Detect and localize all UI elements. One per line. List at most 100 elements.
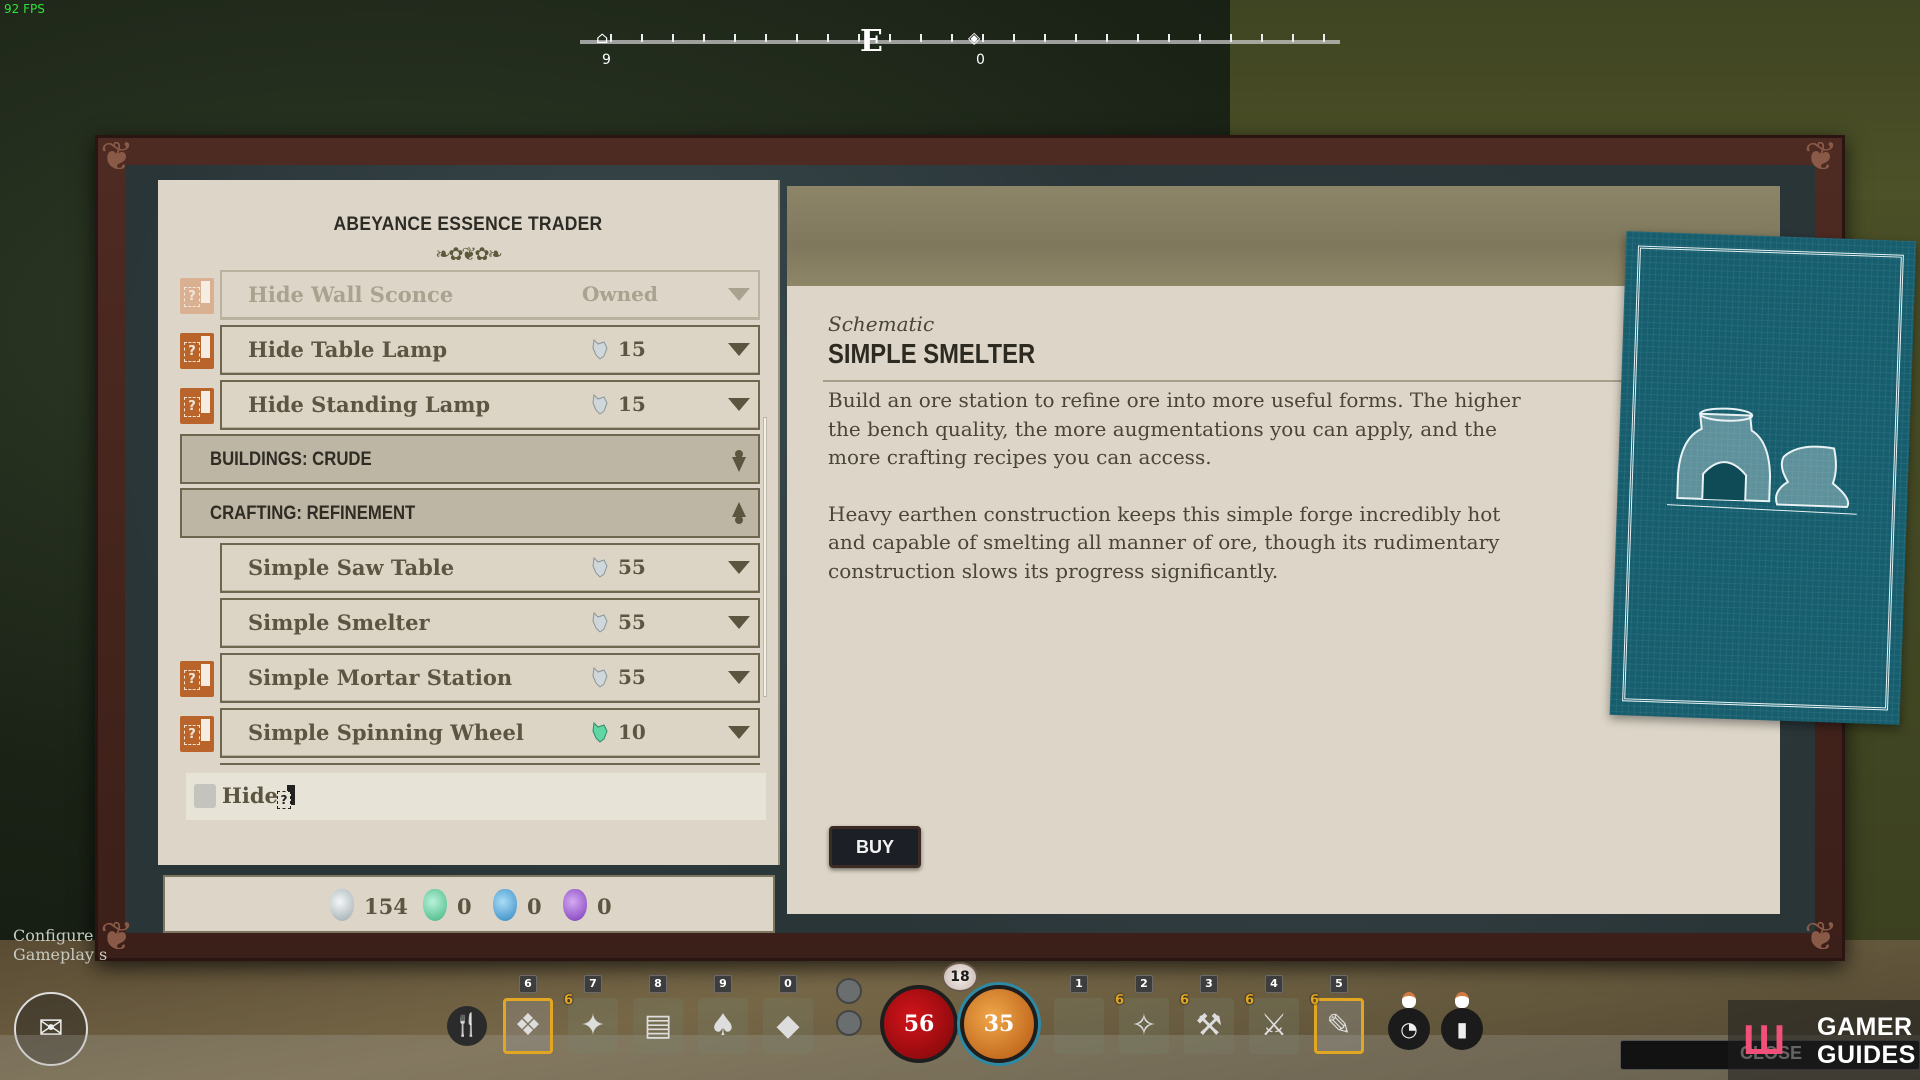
currency-bar: 154 0 0 0 bbox=[163, 875, 775, 933]
green-essence-icon bbox=[423, 889, 447, 921]
currency-value: 0 bbox=[527, 894, 542, 919]
purple-essence-icon bbox=[563, 889, 587, 921]
fps-counter: 92 FPS bbox=[4, 2, 45, 16]
chevron-down-icon[interactable] bbox=[728, 616, 750, 629]
compass-tick bbox=[1013, 34, 1015, 42]
list-item-selected[interactable]: Simple Smelter 55 bbox=[180, 598, 760, 648]
mushroom-icon: ♠ bbox=[709, 1008, 737, 1043]
list-item[interactable]: Simple Saw Table 55 bbox=[180, 543, 760, 593]
health-orb: 56 bbox=[880, 985, 958, 1063]
companion-head-icon bbox=[1455, 992, 1469, 1008]
list-item[interactable]: ? Hide Wall Sconce Owned bbox=[180, 270, 760, 320]
compass-tick bbox=[920, 34, 922, 42]
item-name: Hide Table Lamp bbox=[248, 337, 448, 362]
compass-tick bbox=[827, 34, 829, 42]
hotbar-key-label: 2 bbox=[1135, 975, 1153, 993]
hotbar-key-label: 8 bbox=[649, 975, 667, 993]
item-type: Schematic bbox=[828, 312, 935, 336]
corner-ornament-icon: ❦ bbox=[1804, 134, 1838, 180]
companion-shield-icon[interactable]: ▮ bbox=[1441, 1008, 1483, 1050]
compass-tick bbox=[1199, 34, 1201, 42]
schematic-icon: ? bbox=[180, 661, 214, 697]
item-price: 15 bbox=[618, 337, 646, 361]
knife-icon: ✎ bbox=[1326, 1008, 1352, 1043]
compass-bar bbox=[580, 40, 1340, 44]
hide-item-icon: ❖ bbox=[514, 1008, 542, 1043]
item-price: 10 bbox=[618, 720, 646, 744]
schematic-icon: ? bbox=[180, 716, 214, 752]
item-price: 55 bbox=[618, 555, 646, 579]
schematic-icon: ? bbox=[180, 278, 214, 314]
flourish-ornament-icon: ❧✿❦✿❧ bbox=[435, 244, 502, 265]
food-icon[interactable]: 🍴 bbox=[447, 1006, 487, 1046]
durability-badge: 6 bbox=[1115, 993, 1125, 1008]
companion-ability-icon[interactable]: ◔ bbox=[1388, 1008, 1430, 1050]
compass-tick bbox=[1106, 34, 1108, 42]
item-name: Simple Mortar Station bbox=[248, 665, 513, 690]
chevron-down-icon[interactable] bbox=[728, 398, 750, 411]
item-description: Build an ore station to refine ore into … bbox=[828, 386, 1528, 613]
list-item[interactable]: ? Simple Mortar Station 55 bbox=[180, 653, 760, 703]
compass-tick bbox=[1261, 34, 1263, 42]
hide-label: Hide bbox=[222, 783, 278, 808]
quick-slot-dot[interactable] bbox=[836, 1010, 862, 1036]
compass-tick bbox=[1168, 34, 1170, 42]
chevron-down-icon[interactable] bbox=[728, 561, 750, 574]
hotbar-key-label: 1 bbox=[1070, 975, 1088, 993]
expand-icon bbox=[732, 450, 746, 472]
chevron-down-icon[interactable] bbox=[728, 726, 750, 739]
buy-button[interactable]: BUY bbox=[829, 826, 921, 868]
white-essence-icon bbox=[592, 666, 608, 688]
list-item[interactable]: ? Hide Standing Lamp 15 bbox=[180, 380, 760, 430]
configure-hint: Configure Gameplay s bbox=[13, 926, 108, 964]
white-essence-icon bbox=[592, 338, 608, 360]
chevron-down-icon[interactable] bbox=[728, 671, 750, 684]
map-icon: ▤ bbox=[643, 1008, 673, 1043]
chevron-down-icon[interactable] bbox=[728, 288, 750, 301]
schematic-icon: ? bbox=[277, 785, 299, 809]
chevron-down-icon[interactable] bbox=[728, 343, 750, 356]
hotbar-key-label: 9 bbox=[714, 975, 732, 993]
companion-head-icon bbox=[1402, 992, 1416, 1008]
compass-tick bbox=[1044, 34, 1046, 42]
empty-slot bbox=[1059, 1006, 1099, 1046]
compass-tick bbox=[1292, 34, 1294, 42]
category-crafting-refinement[interactable]: CRAFTING: REFINEMENT bbox=[180, 488, 760, 538]
item-name: Simple Saw Table bbox=[248, 555, 455, 580]
compass-heading: E bbox=[860, 24, 883, 59]
corner-ornament-icon: ❦ bbox=[100, 134, 134, 180]
hide-tool-icon: ✧ bbox=[1131, 1008, 1157, 1043]
compass-tick bbox=[734, 34, 736, 42]
home-icon: ⌂ bbox=[596, 28, 609, 47]
compass-tick bbox=[672, 34, 674, 42]
durability-badge: 6 bbox=[1310, 993, 1320, 1008]
hide-owned-filter: Hide ? bbox=[186, 773, 766, 820]
list-item[interactable]: ? Simple Spinning Wheel 10 bbox=[180, 708, 760, 758]
compass-tick bbox=[1075, 34, 1077, 42]
trader-list-panel: ABEYANCE ESSENCE TRADER ❧✿❦✿❧ ? Hide Wal… bbox=[158, 180, 780, 865]
list-scrollbar[interactable] bbox=[763, 417, 767, 697]
hotbar-key-label: 6 bbox=[519, 975, 537, 993]
item-name: Simple Spinning Wheel bbox=[248, 720, 524, 745]
compass-tick bbox=[982, 34, 984, 42]
trader-title: ABEYANCE ESSENCE TRADER bbox=[333, 214, 603, 235]
currency-value: 154 bbox=[364, 894, 408, 919]
durability-badge: 6 bbox=[564, 993, 574, 1008]
item-name: Hide Standing Lamp bbox=[248, 392, 491, 417]
compass-tick bbox=[765, 34, 767, 42]
white-essence-icon bbox=[592, 611, 608, 633]
smelter-blueprint-image bbox=[1609, 231, 1917, 725]
trader-item-list: ? Hide Wall Sconce Owned ? Hide Table La… bbox=[180, 270, 780, 765]
compass-tick bbox=[1230, 34, 1232, 42]
list-item-partial[interactable] bbox=[180, 763, 760, 765]
quick-slot-dot[interactable] bbox=[836, 978, 862, 1004]
hotbar-key-label: 5 bbox=[1330, 975, 1348, 993]
hide-checkbox[interactable] bbox=[194, 784, 216, 808]
pickaxe-icon: ⚒ bbox=[1195, 1008, 1223, 1043]
list-item[interactable]: ? Hide Table Lamp 15 bbox=[180, 325, 760, 375]
blue-essence-icon bbox=[493, 889, 517, 921]
category-buildings-crude[interactable]: BUILDINGS: CRUDE bbox=[180, 434, 760, 484]
stamina-orb: 35 bbox=[960, 985, 1038, 1063]
white-essence-icon bbox=[592, 556, 608, 578]
durability-badge: 6 bbox=[1245, 993, 1255, 1008]
